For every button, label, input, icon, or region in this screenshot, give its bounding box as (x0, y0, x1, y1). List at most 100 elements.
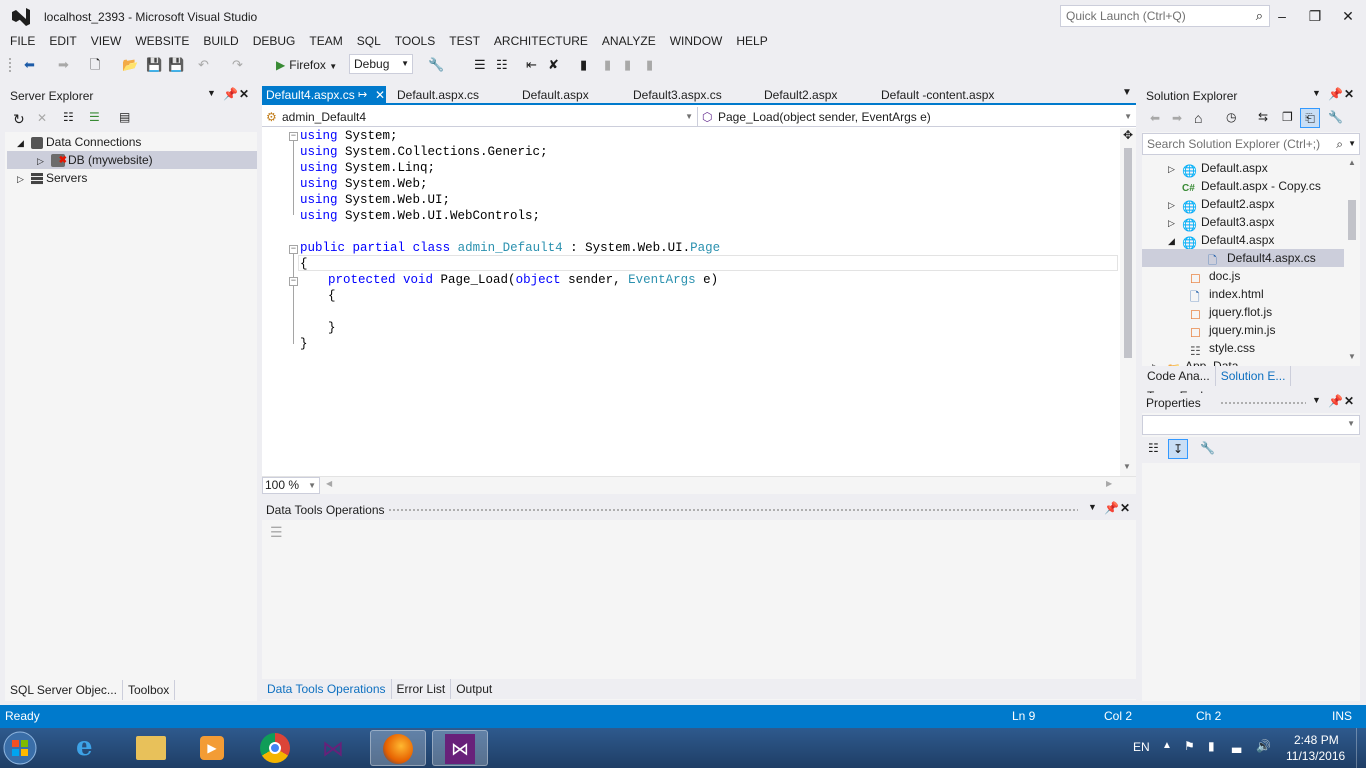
tree-item-jquery-min-js[interactable]: ☐ jquery.min.js (1142, 321, 1344, 340)
bookmark-clear-all-icon[interactable]: ▮ (646, 56, 653, 74)
tree-item-default4-aspx-cs[interactable]: 🗋 Default4.aspx.cs (1142, 249, 1344, 267)
panel-menu-icon[interactable]: ▼ (1312, 395, 1321, 405)
close-panel-icon[interactable]: ✕ (1344, 394, 1354, 408)
menu-team[interactable]: TEAM (302, 30, 349, 52)
menu-edit[interactable]: EDIT (42, 30, 83, 52)
pin-icon[interactable]: 📌 (223, 87, 238, 101)
tree-item-default4-aspx[interactable]: ◢ 🌐 Default4.aspx (1142, 231, 1344, 250)
panel-menu-icon[interactable]: ▼ (207, 88, 216, 98)
collapse-using-icon[interactable]: − (289, 132, 298, 141)
collapse-method-icon[interactable]: − (289, 277, 298, 286)
split-icon[interactable]: ✥ (1123, 128, 1133, 142)
scroll-left-icon[interactable]: ◀ (326, 479, 332, 488)
panel-grip[interactable] (1220, 401, 1306, 406)
pending-changes-icon[interactable]: ◷ (1226, 110, 1236, 124)
save-all-icon[interactable]: 💾 (168, 56, 184, 74)
tree-item-doc-js[interactable]: ☐ doc.js (1142, 267, 1344, 286)
tab-toolbox[interactable]: Toolbox (123, 680, 176, 700)
properties-icon[interactable]: 🔧 (1328, 110, 1343, 124)
tab-data-tools-operations[interactable]: Data Tools Operations (262, 679, 392, 699)
menu-debug[interactable]: DEBUG (246, 30, 303, 52)
tree-item-style-css[interactable]: ☷ style.css (1142, 339, 1344, 358)
scroll-up-icon[interactable]: ▲ (1348, 158, 1356, 167)
menu-website[interactable]: WEBSITE (128, 30, 196, 52)
editor-vertical-scrollbar[interactable]: ✥ ▼ (1120, 128, 1136, 476)
expand-icon[interactable]: ▷ (1168, 196, 1182, 214)
battery-icon[interactable]: ▮ (1208, 739, 1215, 753)
menu-help[interactable]: HELP (729, 30, 774, 52)
bookmark-clear-icon[interactable]: ✘ (548, 56, 559, 74)
tree-item-data-connections[interactable]: ◢ Data Connections (5, 133, 257, 151)
vs-blend-task[interactable]: ⋈ (306, 730, 362, 766)
scroll-right-icon[interactable]: ▶ (1106, 479, 1112, 488)
clear-all-icon[interactable]: ☰ (270, 524, 283, 541)
forward-icon[interactable]: ➡ (58, 56, 69, 74)
tab-default3-aspx-cs[interactable]: Default3.aspx.cs (629, 86, 722, 105)
panel-menu-icon[interactable]: ▼ (1312, 88, 1321, 98)
internet-explorer-task[interactable]: e (62, 730, 118, 766)
collapse-class-icon[interactable]: − (289, 245, 298, 254)
tab-output[interactable]: Output (451, 679, 497, 699)
show-desktop-button[interactable] (1356, 728, 1366, 768)
collapse-icon[interactable]: ◢ (17, 134, 31, 152)
clock-date[interactable]: 11/13/2016 (1286, 749, 1345, 763)
object-selector-dropdown[interactable]: ▼ (1142, 415, 1360, 435)
bookmark-prev-icon[interactable]: ⇤ (526, 56, 537, 74)
tree-item-index-html[interactable]: 🗋 index.html (1142, 285, 1344, 304)
window-layout-icon[interactable]: ☷ (496, 56, 508, 74)
visual-studio-task[interactable]: ⋈ (432, 730, 488, 766)
undo-icon[interactable]: ↶ (198, 56, 209, 74)
expand-icon[interactable]: ▷ (37, 152, 51, 170)
show-hidden-icons-icon[interactable]: ▲ (1162, 740, 1172, 751)
show-all-files-icon[interactable]: ⎗ (1300, 108, 1320, 128)
menu-sql[interactable]: SQL (350, 30, 388, 52)
sync-icon[interactable]: ⇆ (1258, 110, 1268, 124)
close-panel-icon[interactable]: ✕ (1344, 87, 1354, 101)
forward-icon[interactable]: ➡ (1172, 111, 1182, 125)
solution-configuration-dropdown[interactable]: Debug ▼ (349, 54, 413, 74)
home-icon[interactable]: ⌂ (1194, 110, 1202, 126)
tree-item-default-aspx-copy-cs[interactable]: C# Default.aspx - Copy.cs (1142, 177, 1344, 195)
menu-file[interactable]: FILE (0, 30, 42, 52)
tab-default-aspx-cs[interactable]: Default.aspx.cs (393, 86, 479, 105)
quick-launch-input[interactable]: Quick Launch (Ctrl+Q) ⌕ (1060, 5, 1270, 27)
solution-config-icon[interactable]: ☰ (474, 56, 486, 74)
start-button[interactable] (2, 730, 46, 766)
solution-vertical-scrollbar[interactable]: ▲ ▼ (1344, 158, 1360, 368)
close-window-button[interactable]: ✕ (1334, 6, 1362, 26)
pin-icon[interactable]: 📌 (1328, 394, 1343, 408)
back-icon[interactable]: ⬅ (24, 56, 35, 74)
menu-analyze[interactable]: ANALYZE (595, 30, 663, 52)
scroll-thumb[interactable] (1348, 200, 1356, 240)
menu-view[interactable]: VIEW (84, 30, 129, 52)
close-tab-icon[interactable]: ✕ (375, 86, 385, 105)
scroll-thumb[interactable] (1124, 148, 1132, 358)
tree-item-db[interactable]: ▷ ✖ DB (mywebsite) (7, 151, 257, 169)
bookmark-icon[interactable]: ▮ (580, 56, 587, 74)
categorized-icon[interactable]: ☷ (1148, 441, 1159, 455)
zoom-dropdown[interactable]: 100 % ▼ (262, 477, 320, 494)
menu-test[interactable]: TEST (442, 30, 487, 52)
connect-server-icon[interactable]: ☰ (89, 110, 100, 124)
expand-icon[interactable]: ▷ (1168, 214, 1182, 232)
refresh-icon[interactable]: ↻ (13, 111, 25, 128)
start-debugging-button[interactable]: ▶ Firefox ▼ (276, 56, 337, 75)
chrome-task[interactable] (246, 730, 302, 766)
scroll-down-icon[interactable]: ▼ (1348, 352, 1356, 361)
expand-icon[interactable]: ▷ (17, 170, 31, 188)
tab-overflow-icon[interactable]: ▼ (1122, 87, 1132, 98)
tab-default4-aspx-cs[interactable]: Default4.aspx.cs ↦ ✕ (262, 86, 386, 105)
pin-icon[interactable]: 📌 (1328, 87, 1343, 101)
maximize-button[interactable]: ❐ (1301, 6, 1329, 26)
tree-item-default-aspx[interactable]: ▷ 🌐 Default.aspx (1142, 159, 1344, 178)
menu-tools[interactable]: TOOLS (388, 30, 442, 52)
tree-item-default3-aspx[interactable]: ▷ 🌐 Default3.aspx (1142, 213, 1344, 232)
toolbar-grip[interactable] (8, 57, 12, 73)
pin-icon[interactable]: ↦ (358, 86, 367, 105)
connect-sharepoint-icon[interactable]: ▤ (119, 110, 130, 124)
close-panel-icon[interactable]: ✕ (239, 87, 249, 101)
tab-sql-server-object-explorer[interactable]: SQL Server Objec... (5, 680, 123, 700)
bookmark-next-icon[interactable]: ▮ (604, 56, 611, 74)
tree-item-servers[interactable]: ▷ Servers (5, 169, 257, 187)
redo-icon[interactable]: ↷ (232, 56, 243, 74)
